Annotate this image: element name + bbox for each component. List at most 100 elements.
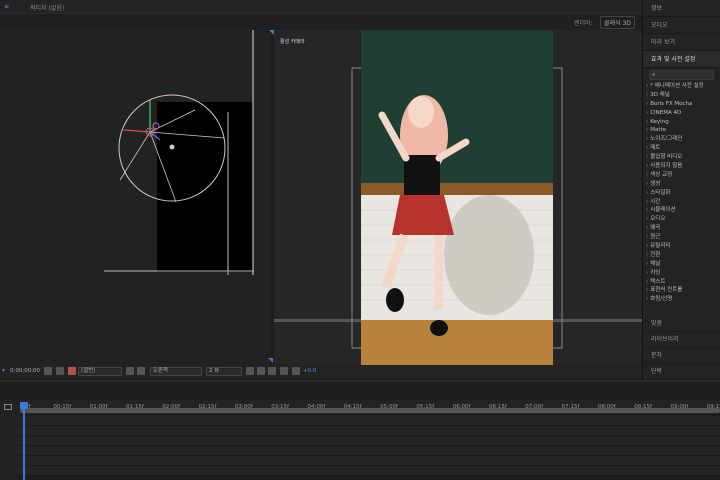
- track-row[interactable]: [18, 426, 720, 436]
- chevron-right-icon: ›: [646, 118, 649, 125]
- footage-tab[interactable]: 픽티지 (없음): [30, 3, 64, 12]
- effect-category-item[interactable]: › 채널: [646, 260, 720, 269]
- tab-effects-presets[interactable]: 효과 및 사전 설정: [643, 51, 720, 68]
- chevron-right-icon: ›: [646, 145, 649, 152]
- effect-category-item[interactable]: › Matte: [646, 126, 720, 135]
- effect-category-item[interactable]: › 오디오: [646, 215, 720, 224]
- effect-category-label: 매트: [650, 145, 661, 152]
- track-row[interactable]: [18, 456, 720, 466]
- left-view-canvas: [104, 30, 254, 275]
- tab-paragraph[interactable]: 단락: [643, 364, 720, 380]
- panel-menu-icon[interactable]: ≡: [4, 3, 9, 10]
- renderer-button[interactable]: 클래식 3D: [600, 16, 635, 29]
- effect-category-label: CINEMA 4D: [650, 109, 682, 116]
- magnification-icon[interactable]: ▾: [2, 368, 5, 374]
- effect-category-item[interactable]: › 매트: [646, 144, 720, 153]
- viewer-header: 렌더러: 클래식 3D: [0, 14, 642, 30]
- effect-category-item[interactable]: › 유틸리티: [646, 242, 720, 251]
- effect-category-item[interactable]: › 시간: [646, 198, 720, 207]
- chevron-right-icon: ›: [646, 207, 649, 214]
- effect-category-item[interactable]: › 3D 채널: [646, 91, 720, 100]
- effect-category-item[interactable]: › 왜곡: [646, 224, 720, 233]
- track-row[interactable]: [18, 416, 720, 426]
- effect-category-item[interactable]: › 키잉: [646, 269, 720, 278]
- tab-preview[interactable]: 미리 보기: [643, 34, 720, 51]
- chevron-right-icon: ›: [646, 216, 649, 223]
- exposure-value[interactable]: +0.0: [303, 368, 316, 374]
- chevron-right-icon: ›: [646, 171, 649, 178]
- effect-category-item[interactable]: › 노이즈/그레인: [646, 135, 720, 144]
- flowchart-icon[interactable]: [280, 367, 288, 375]
- active-camera-view[interactable]: 활성 카메라: [269, 30, 642, 365]
- chevron-right-icon: ›: [646, 251, 649, 258]
- track-row[interactable]: [18, 466, 720, 476]
- resolution-value: (절반): [81, 368, 96, 374]
- effect-category-item[interactable]: › Boris FX Mocha: [646, 100, 720, 109]
- track-row[interactable]: [18, 446, 720, 456]
- effect-category-item[interactable]: › 전환: [646, 251, 720, 260]
- tab-character[interactable]: 문자: [643, 348, 720, 364]
- show-snapshot-icon[interactable]: [56, 367, 64, 375]
- effect-category-item[interactable]: › 생성: [646, 180, 720, 189]
- composition-tab-bar: ≡ 픽티지 (없음): [0, 0, 642, 14]
- tab-info[interactable]: 정보: [643, 0, 720, 17]
- view-select[interactable]: 오른쪽: [150, 367, 202, 376]
- tab-align[interactable]: 맞춤: [643, 316, 720, 332]
- chevron-right-icon: ›: [646, 136, 649, 143]
- timeline-panel: 00f00:15f01:00f01:15f02:00f02:15f03:00f0…: [0, 380, 720, 480]
- toggle-layer-icon[interactable]: [268, 367, 276, 375]
- effect-category-label: * 애니메이션 사전 설정: [650, 83, 704, 89]
- playhead-line[interactable]: [23, 404, 25, 480]
- effect-category-label: 오디오: [650, 216, 666, 223]
- work-area-bar[interactable]: [20, 408, 720, 413]
- track-row[interactable]: [18, 436, 720, 446]
- reset-exposure-icon[interactable]: [246, 367, 254, 375]
- character-top: [404, 155, 440, 195]
- effect-category-item[interactable]: › 색상 교정: [646, 171, 720, 180]
- view-layout-select[interactable]: 2 뷰: [206, 367, 242, 376]
- effect-category-item[interactable]: › 표현식 컨트롤: [646, 286, 720, 295]
- snapshot-icon[interactable]: [44, 367, 52, 375]
- effect-category-item[interactable]: › Keying: [646, 118, 720, 127]
- fast-preview-icon[interactable]: [257, 367, 265, 375]
- camera-frame-canvas: [274, 30, 642, 365]
- effects-search-input[interactable]: ⌕: [649, 70, 714, 80]
- effect-category-item[interactable]: › 텍스트: [646, 278, 720, 287]
- comp-mini-flowchart-icon[interactable]: [4, 404, 12, 410]
- character-shadow: [444, 195, 534, 315]
- exposure-icon[interactable]: [292, 367, 300, 375]
- chalkboard: [361, 30, 553, 185]
- effect-category-item[interactable]: › CINEMA 4D: [646, 109, 720, 118]
- effect-category-item[interactable]: › 사용되지 않음: [646, 162, 720, 171]
- effect-category-label: Matte: [650, 127, 667, 134]
- effect-category-item[interactable]: › 원근: [646, 233, 720, 242]
- effect-category-label: Boris FX Mocha: [650, 100, 693, 107]
- region-of-interest-icon[interactable]: [126, 367, 134, 375]
- character-skirt: [392, 195, 454, 235]
- chevron-right-icon: ›: [646, 234, 649, 241]
- chevron-right-icon: ›: [646, 243, 649, 250]
- effect-category-item[interactable]: › 시뮬레이션: [646, 206, 720, 215]
- chevron-right-icon: ›: [646, 163, 649, 170]
- chevron-right-icon: ›: [646, 127, 649, 134]
- left-view-panel[interactable]: [0, 30, 273, 365]
- effect-category-label: Keying: [650, 118, 669, 125]
- effect-category-label: 색상 교정: [650, 171, 673, 178]
- chalk-tray: [361, 183, 553, 195]
- lower-tabs: 맞춤 라이브러리 문자 단락: [643, 316, 720, 380]
- point-of-interest-icon[interactable]: [169, 144, 175, 150]
- transparency-grid-icon[interactable]: [137, 367, 145, 375]
- view-active-marker-icon: [268, 358, 273, 363]
- chevron-right-icon: ›: [646, 180, 649, 187]
- effect-category-label: 유틸리티: [650, 243, 671, 250]
- effect-category-item[interactable]: › 흐림/선명: [646, 295, 720, 304]
- effect-category-item[interactable]: › 스타일화: [646, 189, 720, 198]
- color-channel-icon[interactable]: [68, 367, 76, 375]
- tab-audio[interactable]: 오디오: [643, 17, 720, 34]
- chevron-right-icon: ›: [646, 189, 649, 196]
- resolution-select[interactable]: (절반): [78, 367, 122, 376]
- timecode-display[interactable]: 0;00;00;00: [10, 368, 40, 374]
- tab-library[interactable]: 라이브러리: [643, 332, 720, 348]
- effect-category-item[interactable]: › 몰입형 비디오: [646, 153, 720, 162]
- effect-category-item[interactable]: › * 애니메이션 사전 설정: [646, 82, 720, 91]
